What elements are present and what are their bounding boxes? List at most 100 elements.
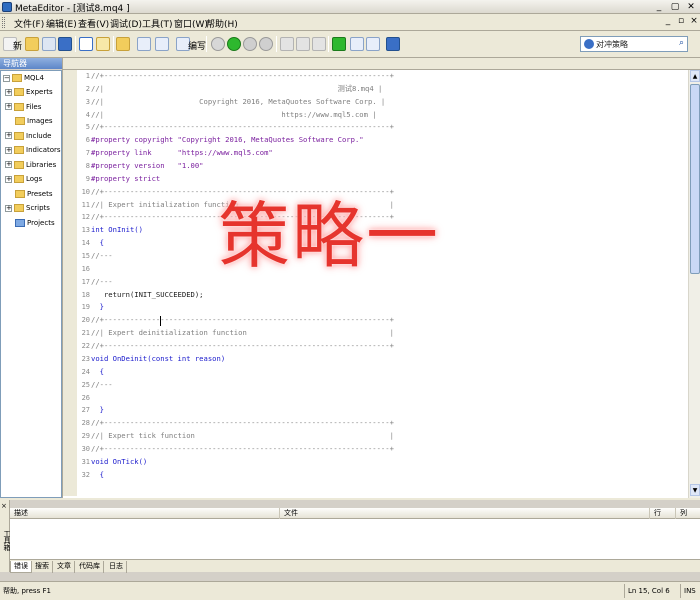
save-all-icon[interactable] bbox=[58, 37, 72, 51]
code-line[interactable]: } bbox=[91, 404, 691, 417]
terminal-icon[interactable] bbox=[386, 37, 400, 51]
scroll-thumb[interactable] bbox=[690, 84, 700, 274]
mdi-minimize-icon[interactable]: _ bbox=[662, 16, 674, 28]
add-watch-icon[interactable] bbox=[350, 37, 364, 51]
column-line[interactable]: 行 bbox=[650, 508, 676, 519]
debug-history-icon[interactable] bbox=[211, 37, 225, 51]
toolbox-list[interactable] bbox=[10, 519, 700, 559]
remove-watch-icon[interactable] bbox=[366, 37, 380, 51]
tree-item-scripts[interactable]: + Scripts bbox=[5, 202, 50, 215]
go-icon[interactable] bbox=[332, 37, 346, 51]
code-line[interactable]: void OnTick() bbox=[91, 456, 691, 469]
expand-icon[interactable]: + bbox=[5, 88, 12, 96]
column-description[interactable]: 描述 bbox=[10, 508, 280, 519]
code-line[interactable]: //+-------------------------------------… bbox=[91, 443, 691, 456]
expand-icon[interactable]: + bbox=[5, 161, 12, 168]
search-box[interactable]: ⌕ bbox=[580, 36, 688, 52]
code-line[interactable]: //+-------------------------------------… bbox=[91, 340, 691, 353]
maximize-button[interactable]: ▢ bbox=[668, 1, 682, 12]
tab-search[interactable]: 搜索 bbox=[32, 561, 53, 573]
code-line[interactable]: } bbox=[91, 301, 691, 314]
toolbar-separator bbox=[206, 36, 207, 52]
stop-icon[interactable] bbox=[259, 37, 273, 51]
code-editor[interactable]: 1 2 3 4 5 6 7 8 9 10 11 12 13 14 15 16 17 18 19 20 21 22 23 24 2… bbox=[62, 58, 700, 498]
code-line[interactable]: //+-------------------------------------… bbox=[91, 121, 691, 134]
pause-icon[interactable] bbox=[243, 37, 257, 51]
menu-edit[interactable]: 编辑(E) bbox=[44, 16, 79, 31]
expand-icon[interactable]: + bbox=[5, 204, 12, 212]
menu-tools[interactable]: 工具(T) bbox=[140, 16, 175, 31]
tree-item-files[interactable]: + Files bbox=[5, 101, 41, 114]
save-icon[interactable] bbox=[42, 37, 56, 51]
expand-icon[interactable]: + bbox=[5, 103, 12, 110]
new-button-label[interactable]: 新 bbox=[13, 39, 22, 52]
tab-codebase[interactable]: 代码库 bbox=[76, 561, 104, 573]
start-debug-icon[interactable] bbox=[227, 37, 241, 51]
search-go-icon[interactable]: ⌕ bbox=[679, 38, 684, 48]
code-line[interactable]: //| Expert tick function | bbox=[91, 430, 691, 443]
tree-item-experts[interactable]: + Experts bbox=[5, 86, 53, 99]
tree-item-logs[interactable]: + Logs bbox=[5, 173, 42, 186]
code-line[interactable]: //+-------------------------------------… bbox=[91, 314, 691, 327]
vertical-scrollbar[interactable]: ▲ ▼ bbox=[688, 70, 700, 498]
tree-item-presets[interactable]: Presets bbox=[15, 188, 52, 201]
toolbox-close-icon[interactable]: × bbox=[1, 502, 7, 510]
step-into-icon[interactable] bbox=[280, 37, 294, 51]
tree-root[interactable]: − MQL4 bbox=[3, 72, 44, 85]
toolbox-toggle-icon[interactable] bbox=[96, 37, 110, 51]
code-line[interactable]: #property copyright "Copyright 2016, Met… bbox=[91, 134, 691, 147]
code-line[interactable]: //+-------------------------------------… bbox=[91, 70, 691, 83]
tree-item-include[interactable]: + Include bbox=[5, 130, 51, 143]
menu-view[interactable]: 查看(V) bbox=[76, 16, 111, 31]
code-area[interactable]: //+-------------------------------------… bbox=[77, 70, 687, 496]
search-input[interactable] bbox=[596, 38, 674, 50]
expand-icon[interactable]: + bbox=[5, 175, 12, 183]
navigator-toggle-icon[interactable] bbox=[79, 37, 93, 51]
minimize-button[interactable]: _ bbox=[652, 1, 666, 12]
mdi-restore-icon[interactable]: ▫ bbox=[675, 16, 687, 28]
code-line[interactable]: #property version "1.00" bbox=[91, 160, 691, 173]
close-button[interactable]: ✕ bbox=[684, 1, 698, 12]
collapse-icon[interactable]: − bbox=[3, 74, 10, 82]
menu-debug[interactable]: 调试(D) bbox=[108, 16, 144, 31]
step-over-icon[interactable] bbox=[296, 37, 310, 51]
code-line[interactable]: #property link "https://www.mql5.com" bbox=[91, 147, 691, 160]
code-line[interactable]: //--- bbox=[91, 379, 691, 392]
mdi-close-icon[interactable]: × bbox=[688, 16, 700, 28]
open-folder-icon[interactable] bbox=[25, 37, 39, 51]
tree-item-libraries[interactable]: + Libraries bbox=[5, 159, 56, 172]
tree-item-images[interactable]: Images bbox=[15, 115, 53, 128]
bookmark-icon[interactable] bbox=[137, 37, 151, 51]
editor-gutter bbox=[63, 70, 77, 496]
tab-errors[interactable]: 错误 bbox=[10, 561, 32, 573]
column-file[interactable]: 文件 bbox=[280, 508, 650, 519]
code-line[interactable]: { bbox=[91, 469, 691, 482]
menu-help[interactable]: 帮助(H) bbox=[204, 16, 240, 31]
column-col[interactable]: 列 bbox=[676, 508, 700, 519]
code-line[interactable]: //+-------------------------------------… bbox=[91, 417, 691, 430]
tab-journal[interactable]: 日志 bbox=[106, 561, 127, 573]
styler-icon[interactable] bbox=[116, 37, 130, 51]
scroll-up-icon[interactable]: ▲ bbox=[690, 70, 700, 82]
menu-file[interactable]: 文件(F) bbox=[12, 16, 46, 31]
insert-icon[interactable] bbox=[155, 37, 169, 51]
code-line[interactable]: return(INIT_SUCCEEDED); bbox=[91, 289, 691, 302]
code-line[interactable]: //| 测试8.mq4 | bbox=[91, 83, 691, 96]
scroll-down-icon[interactable]: ▼ bbox=[690, 484, 700, 496]
code-line[interactable]: //| Copyright 2016, MetaQuotes Software … bbox=[91, 96, 691, 109]
tab-articles[interactable]: 文章 bbox=[54, 561, 75, 573]
code-line[interactable]: #property strict bbox=[91, 173, 691, 186]
expand-icon[interactable]: + bbox=[5, 146, 12, 154]
code-line[interactable]: //| Expert deinitialization function | bbox=[91, 327, 691, 340]
code-line[interactable] bbox=[91, 392, 691, 405]
code-line[interactable]: { bbox=[91, 366, 691, 379]
code-line[interactable]: //| https://www.mql5.com | bbox=[91, 109, 691, 122]
step-out-icon[interactable] bbox=[312, 37, 326, 51]
code-line[interactable]: void OnDeinit(const int reason) bbox=[91, 353, 691, 366]
expand-icon[interactable]: + bbox=[5, 132, 12, 139]
status-bar: 帮助, press F1 Ln 15, Col 6 INS bbox=[0, 581, 700, 600]
tree-item-indicators[interactable]: + Indicators bbox=[5, 144, 61, 157]
toolbox-tabs: 错误 搜索 文章 代码库 日志 bbox=[10, 559, 700, 573]
compile-button-label[interactable]: 编写 bbox=[188, 39, 206, 52]
tree-item-projects[interactable]: Projects bbox=[15, 217, 55, 230]
